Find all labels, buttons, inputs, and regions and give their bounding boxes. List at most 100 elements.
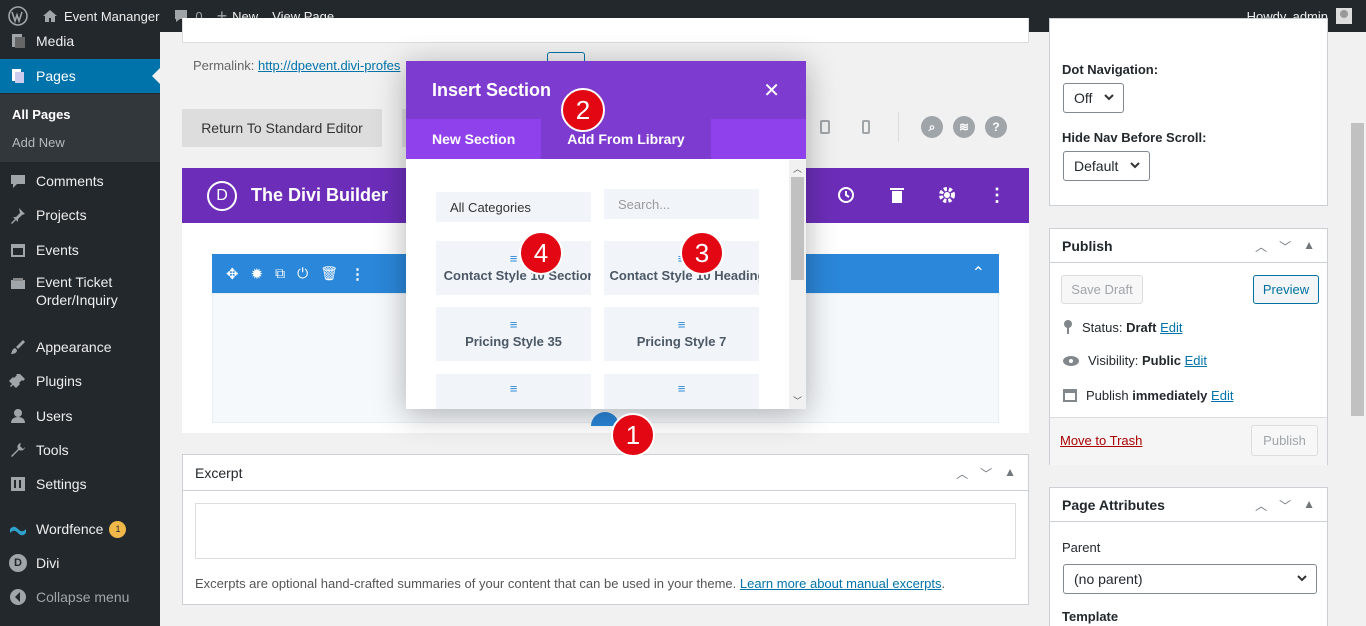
- sidebar-item-plugins[interactable]: Plugins: [0, 364, 160, 398]
- chevron-down-icon: [1104, 94, 1114, 101]
- tab-new-section[interactable]: New Section: [406, 119, 541, 159]
- excerpt-help: Excerpts are optional hand-crafted summa…: [195, 576, 946, 591]
- excerpt-learn-more-link[interactable]: Learn more about manual excerpts: [740, 576, 942, 591]
- dot-navigation-select[interactable]: Off: [1063, 83, 1124, 113]
- edit-visibility-link[interactable]: Edit: [1185, 353, 1207, 368]
- user-icon: [0, 407, 36, 425]
- move-up-icon: ︿: [956, 467, 969, 481]
- section-more-icon[interactable]: ⋮: [350, 265, 365, 283]
- hide-nav-select[interactable]: Default: [1063, 151, 1150, 181]
- panel-controls[interactable]: ︿ ﹀ ▲: [956, 465, 1016, 482]
- collapse-icon: [0, 588, 36, 606]
- save-draft-button[interactable]: Save Draft: [1061, 275, 1143, 304]
- permalink: Permalink: http://dpevent.divi-profes: [193, 58, 401, 73]
- history-icon[interactable]: [837, 186, 855, 207]
- sidebar-item-label: Users: [36, 408, 73, 424]
- pin-icon: [1064, 320, 1072, 334]
- delete-icon[interactable]: 🗑: [320, 265, 338, 282]
- panel-controls[interactable]: ︿ ﹀ ▲: [1255, 497, 1315, 514]
- template-label: Template: [1062, 609, 1119, 624]
- publish-button[interactable]: Publish: [1251, 425, 1318, 456]
- sidebar-item-event-ticket[interactable]: Event Ticket Order/Inquiry: [0, 273, 160, 317]
- more-options-icon[interactable]: ⋮: [988, 186, 1006, 204]
- page-attributes-panel: Page Attributes ︿ ﹀ ▲ Parent (no parent) T…: [1049, 487, 1328, 626]
- panel-controls[interactable]: ︿ ﹀ ▲: [1255, 238, 1315, 255]
- excerpt-title: Excerpt: [183, 455, 1028, 491]
- parent-select[interactable]: (no parent): [1063, 564, 1317, 594]
- library-item[interactable]: ≡: [604, 374, 759, 409]
- library-item-pricing-style-7[interactable]: ≡ Pricing Style 7: [604, 307, 759, 361]
- gear-icon[interactable]: [938, 186, 956, 207]
- duplicate-icon[interactable]: ⧉: [275, 265, 285, 282]
- sidebar-item-media[interactable]: Media: [0, 24, 160, 58]
- move-down-icon: ﹀: [1279, 499, 1292, 513]
- help-icon[interactable]: ?: [985, 116, 1007, 138]
- permalink-url[interactable]: http://dpevent.divi-profes: [258, 58, 400, 73]
- sidebar-item-appearance[interactable]: Appearance: [0, 330, 160, 364]
- publish-actions: Move to Trash Publish: [1050, 417, 1327, 465]
- sidebar-collapse-menu[interactable]: Collapse menu: [0, 580, 160, 614]
- library-search-input[interactable]: Search...: [604, 189, 759, 219]
- publish-panel: Publish ︿ ﹀ ▲ Save Draft Preview Status: D…: [1049, 228, 1328, 465]
- toggle-panel-icon: ▲: [1303, 497, 1315, 511]
- toolbar-divider: [898, 112, 899, 142]
- excerpt-textarea[interactable]: [195, 503, 1016, 559]
- zoom-icon[interactable]: ⌕: [921, 116, 943, 138]
- section-settings-icon[interactable]: ✹: [251, 265, 264, 283]
- chevron-down-icon: [1297, 575, 1307, 582]
- update-badge: 1: [109, 520, 127, 538]
- scroll-up-icon[interactable]: ︿: [793, 162, 802, 175]
- sidebar-item-divi[interactable]: D Divi: [0, 546, 160, 580]
- save-to-library-icon[interactable]: ⏻: [297, 265, 308, 282]
- sidebar-item-pages[interactable]: Pages: [0, 59, 160, 93]
- status-row: Status: Draft Edit: [1062, 319, 1182, 335]
- title-input[interactable]: [182, 18, 1029, 43]
- marker-3: 3: [680, 231, 724, 275]
- library-item-contact-style-10-section[interactable]: ≡ Contact Style 10 Section: [436, 241, 591, 295]
- hide-nav-label: Hide Nav Before Scroll:: [1062, 130, 1207, 145]
- sidebar-item-projects[interactable]: Projects: [0, 198, 160, 232]
- edit-status-link[interactable]: Edit: [1160, 320, 1182, 335]
- sidebar-item-settings[interactable]: Settings: [0, 467, 160, 501]
- avatar: [1336, 8, 1352, 24]
- move-to-trash-link[interactable]: Move to Trash: [1060, 433, 1142, 448]
- tablet-view-icon[interactable]: [820, 120, 830, 134]
- submenu-add-new[interactable]: Add New: [12, 135, 65, 150]
- sidebar-item-users[interactable]: Users: [0, 399, 160, 433]
- toggle-panel-icon: ▲: [1303, 238, 1315, 252]
- sidebar-item-tools[interactable]: Tools: [0, 433, 160, 467]
- layers-icon[interactable]: ≋: [953, 116, 975, 138]
- projects-icon: [0, 206, 36, 224]
- category-select[interactable]: All Categories: [436, 192, 591, 222]
- insert-section-modal: Insert Section ✕ New Section Add From Li…: [406, 61, 806, 409]
- admin-sidebar: Media Pages All Pages Add New Comments P…: [0, 32, 160, 626]
- scroll-down-icon[interactable]: ﹀: [793, 394, 802, 407]
- pages-icon: [0, 67, 36, 85]
- divi-toolbar: ⌕ ≋ ?: [820, 112, 1007, 142]
- marker-2: 2: [561, 88, 605, 132]
- edit-schedule-link[interactable]: Edit: [1211, 388, 1233, 403]
- return-to-standard-editor-button[interactable]: Return To Standard Editor: [182, 109, 382, 147]
- sidebar-item-events[interactable]: Events: [0, 233, 160, 267]
- phone-view-icon[interactable]: [862, 120, 870, 134]
- calendar-icon: [0, 241, 36, 259]
- move-icon[interactable]: ✥: [226, 265, 239, 283]
- sidebar-item-label: Appearance: [36, 339, 112, 355]
- comments-icon: [0, 172, 36, 190]
- close-icon[interactable]: ✕: [763, 78, 780, 103]
- collapse-section-icon[interactable]: ⌃: [972, 263, 985, 283]
- page-scrollbar-thumb[interactable]: [1351, 123, 1364, 416]
- library-item[interactable]: ≡: [436, 374, 591, 409]
- ticket-icon: [0, 273, 36, 293]
- library-item-pricing-style-35[interactable]: ≡ Pricing Style 35: [436, 307, 591, 361]
- preview-button[interactable]: Preview: [1253, 275, 1319, 304]
- sidebar-item-wordfence[interactable]: Wordfence 1: [0, 512, 160, 546]
- trash-icon[interactable]: [889, 186, 905, 207]
- sidebar-item-label: Plugins: [36, 373, 82, 389]
- sidebar-item-label: Event Ticket Order/Inquiry: [36, 274, 118, 308]
- sidebar-item-comments[interactable]: Comments: [0, 164, 160, 198]
- submenu-all-pages[interactable]: All Pages: [12, 107, 71, 122]
- modal-scrollbar-thumb[interactable]: [791, 177, 804, 280]
- divi-icon: D: [0, 554, 36, 572]
- settings-icon: [0, 475, 36, 493]
